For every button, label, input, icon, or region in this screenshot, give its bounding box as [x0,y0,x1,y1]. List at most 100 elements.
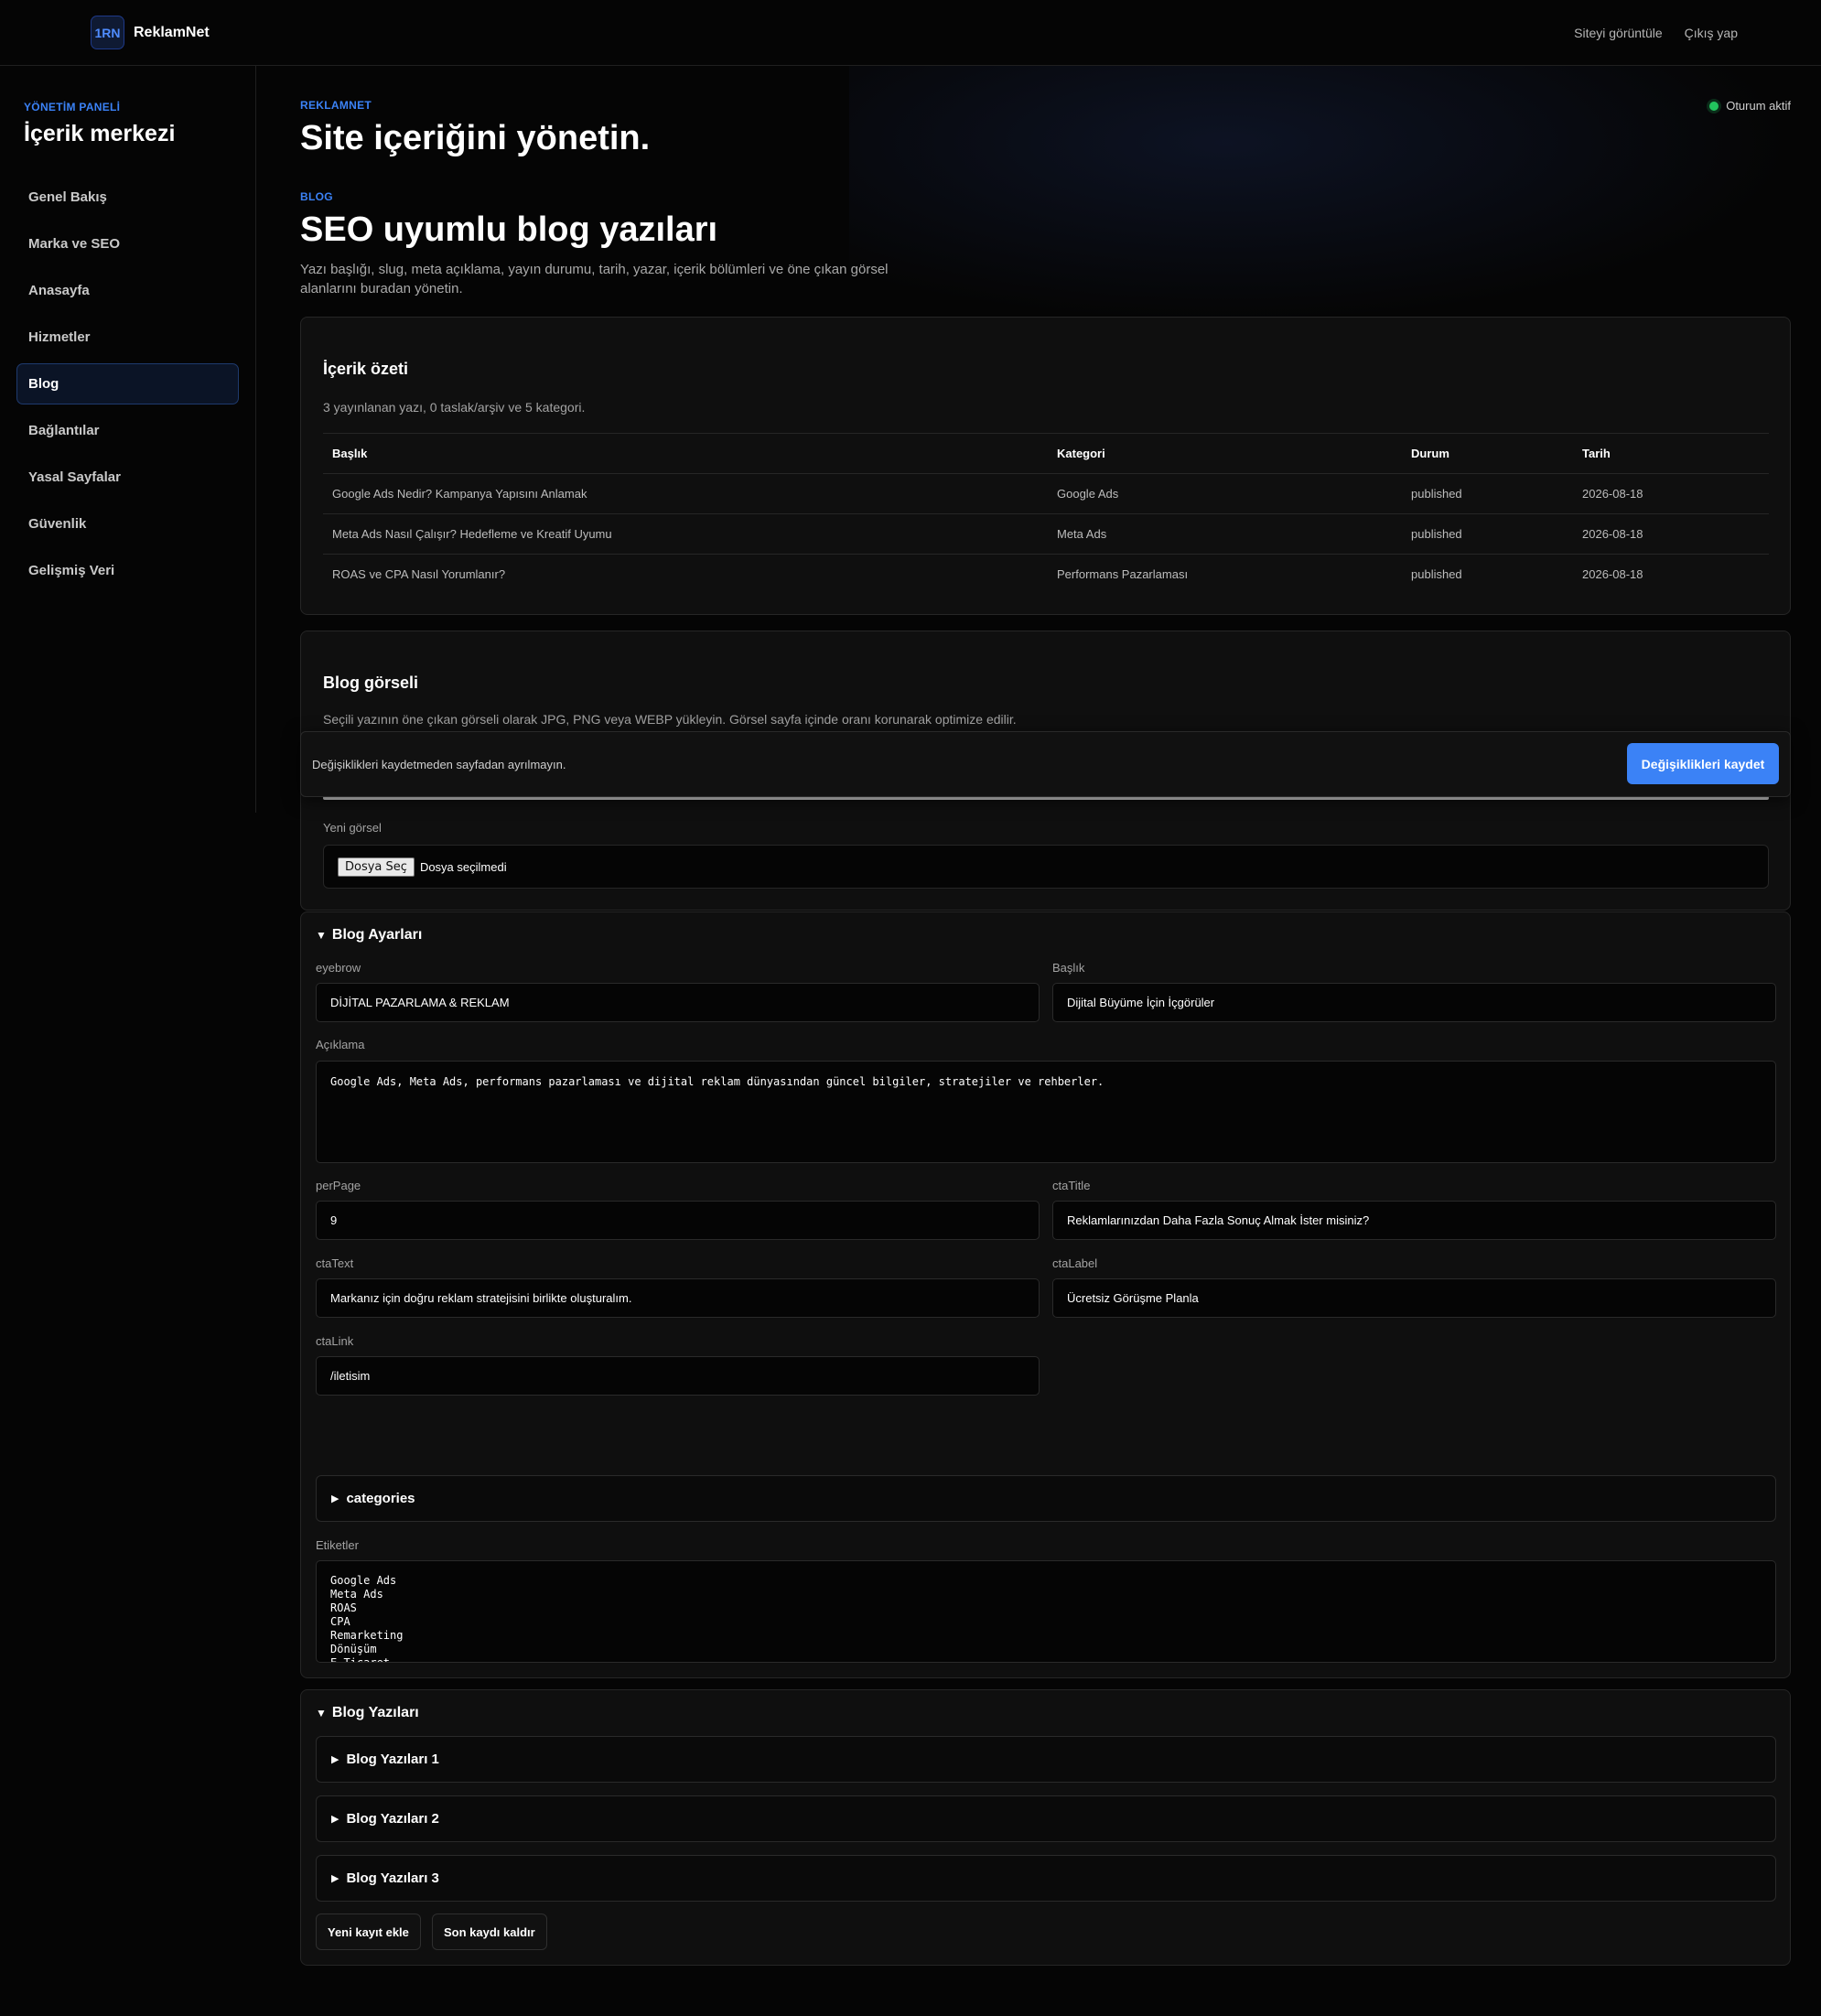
section-lead: Yazı başlığı, slug, meta açıklama, yayın… [300,262,889,296]
file-status: Dosya seçilmedi [419,859,507,874]
sidebar-item-baglantilar[interactable]: Bağlantılar [16,410,239,451]
perpage-field[interactable]: 9 [316,1201,1040,1240]
choose-file-button[interactable]: Dosya Seç [338,857,415,877]
caret-right-icon: ▶ [331,1814,339,1825]
sidebar-item-hizmetler[interactable]: Hizmetler [16,317,239,358]
logout-link[interactable]: Çıkış yap [1685,26,1738,40]
table-cell: Performans Pazarlaması [1057,567,1189,582]
table-cell: Google Ads Nedir? Kampanya Yapısını Anla… [323,473,1048,514]
brand[interactable]: 1RN ReklamNet [91,16,210,49]
blog-post-item-1[interactable]: ▶ Blog Yazıları 1 [316,1736,1776,1783]
page-kicker: REKLAMNET [300,99,372,112]
eyebrow-field[interactable]: DİJİTAL PAZARLAMA & REKLAM [316,983,1040,1022]
summary-text: 3 yayınlanan yazı, 0 taslak/arşiv ve 5 k… [323,400,586,415]
table-cell: 2026-08-18 [1573,473,1769,514]
table-row: Google Ads Nedir? Kampanya Yapısını Anla… [323,473,1769,514]
table-header-row: Başlık Kategori Durum Tarih [323,433,1769,474]
ctalink-field[interactable]: /iletisim [316,1356,1040,1396]
sidebar-item-anasayfa[interactable]: Anasayfa [16,270,239,311]
ctalabel-field[interactable]: Ücretsiz Görüşme Planla [1052,1278,1776,1318]
brand-logo: 1RN [91,16,124,49]
caret-down-icon: ▼ [316,1707,327,1720]
save-changes-button[interactable]: Değişiklikleri kaydet [1627,743,1779,784]
page-title: Site içeriğini yönetin. [300,119,651,157]
table-cell: Google Ads [1048,473,1402,514]
table-cell: ROAS ve CPA Nasıl Yorumlanır? [332,567,506,582]
ctalabel-label: ctaLabel [1052,1256,1098,1270]
etiketler-textarea[interactable]: Google Ads Meta Ads ROAS CPA Remarketing… [316,1560,1776,1663]
ctatitle-field[interactable]: Reklamlarınızdan Daha Fazla Sonuç Almak … [1052,1201,1776,1240]
table-cell: Meta Ads Nasıl Çalışır? Hedefleme ve Kre… [323,513,1048,555]
categories-label: categories [346,1491,415,1506]
baslik-field[interactable]: Dijital Büyüme İçin İçgörüler [1052,983,1776,1022]
add-record-button[interactable]: Yeni kayıt ekle [316,1914,421,1950]
categories-toggle[interactable]: ▶ categories [316,1475,1776,1522]
sidebar: YÖNETİM PANELİ İçerik merkezi Genel Bakı… [0,66,256,813]
column-header: Kategori [1048,433,1402,474]
table-cell: 2026-08-18 [1582,567,1643,582]
new-image-label: Yeni görsel [323,821,382,835]
summary-title: İçerik özeti [323,360,409,378]
summary-table: Başlık Kategori Durum Tarih Google Ads N… [323,433,1769,595]
save-bar-text: Değişiklikleri kaydetmeden sayfadan ayrı… [312,758,566,771]
blog-post-item-2[interactable]: ▶ Blog Yazıları 2 [316,1795,1776,1842]
section-kicker: BLOG [300,190,333,203]
hero-glow [849,66,1791,322]
ctalink-label: ctaLink [316,1334,354,1348]
column-header: Durum [1402,433,1573,474]
section-title: SEO uyumlu blog yazıları [300,210,718,249]
blog-posts-section: ▼ Blog Yazıları ▶ Blog Yazıları 1 ▶ Blog Ya… [300,1689,1791,1966]
content-summary-card: İçerik özeti 3 yayınlanan yazı, 0 taslak… [300,317,1791,615]
view-site-link[interactable]: Siteyi görüntüle [1574,26,1663,40]
blog-settings-section: ▼ Blog Ayarları eyebrow DİJİTAL PAZARLAMA… [300,911,1791,1678]
perpage-label: perPage [316,1179,361,1192]
sidebar-title: İçerik merkezi [24,121,176,146]
sidebar-item-yasal-sayfalar[interactable]: Yasal Sayfalar [16,457,239,498]
top-links: Siteyi görüntüle Çıkış yap [1574,26,1738,40]
blog-post-item-label: Blog Yazıları 1 [346,1752,439,1767]
blog-post-item-3[interactable]: ▶ Blog Yazıları 3 [316,1855,1776,1902]
image-card-title: Blog görseli [323,674,419,692]
caret-right-icon: ▶ [331,1754,339,1765]
table-row: Meta Ads Nasıl Çalışır? Hedefleme ve Kre… [323,513,1769,555]
table-cell: 2026-08-18 [1573,513,1769,555]
status-dot-icon [1709,101,1719,111]
sidebar-item-blog[interactable]: Blog [16,363,239,404]
sidebar-nav: Genel Bakış Marka ve SEO Anasayfa Hizmet… [16,177,239,597]
column-header: Başlık [323,433,1048,474]
sidebar-item-guvenlik[interactable]: Güvenlik [16,503,239,544]
session-status: Oturum aktif [1709,99,1791,113]
blog-settings-toggle[interactable]: ▼ Blog Ayarları [316,927,422,943]
caret-right-icon: ▶ [331,1873,339,1884]
table-cell: published [1402,513,1573,555]
top-bar: 1RN ReklamNet Siteyi görüntüle Çıkış yap [0,0,1821,66]
remove-last-record-button[interactable]: Son kaydı kaldır [432,1914,547,1950]
etiketler-label: Etiketler [316,1538,359,1552]
save-bar: Değişiklikleri kaydetmeden sayfadan ayrı… [300,731,1791,797]
sidebar-item-marka-seo[interactable]: Marka ve SEO [16,223,239,264]
file-input[interactable]: Dosya Seç Dosya seçilmedi [323,845,1769,889]
blog-settings-title: Blog Ayarları [331,927,423,943]
eyebrow-label: eyebrow [316,961,361,975]
table-row: ROAS ve CPA Nasıl Yorumlanır? Performans… [323,555,1769,595]
blog-posts-toggle[interactable]: ▼ Blog Yazıları [316,1705,419,1721]
sidebar-item-genel-bakis[interactable]: Genel Bakış [16,177,239,218]
ctatitle-label: ctaTitle [1052,1179,1091,1192]
brand-name: ReklamNet [134,24,210,40]
aciklama-textarea[interactable]: Google Ads, Meta Ads, performans pazarla… [316,1061,1776,1163]
ctatext-field[interactable]: Markanız için doğru reklam stratejisini … [316,1278,1040,1318]
session-status-text: Oturum aktif [1726,99,1791,113]
blog-posts-title: Blog Yazıları [331,1705,419,1720]
table-cell: published [1402,473,1573,514]
column-header: Tarih [1573,433,1769,474]
table-cell: published [1411,567,1462,582]
baslik-label: Başlık [1052,961,1085,975]
sidebar-item-gelismis-veri[interactable]: Gelişmiş Veri [16,550,239,591]
ctatext-label: ctaText [316,1256,354,1270]
sidebar-kicker: YÖNETİM PANELİ [24,101,121,113]
image-card-text: Seçili yazının öne çıkan görseli olarak … [323,712,1017,727]
caret-right-icon: ▶ [331,1493,339,1504]
table-cell: Meta Ads [1048,513,1402,555]
blog-post-item-label: Blog Yazıları 3 [346,1870,439,1886]
aciklama-label: Açıklama [316,1038,365,1051]
